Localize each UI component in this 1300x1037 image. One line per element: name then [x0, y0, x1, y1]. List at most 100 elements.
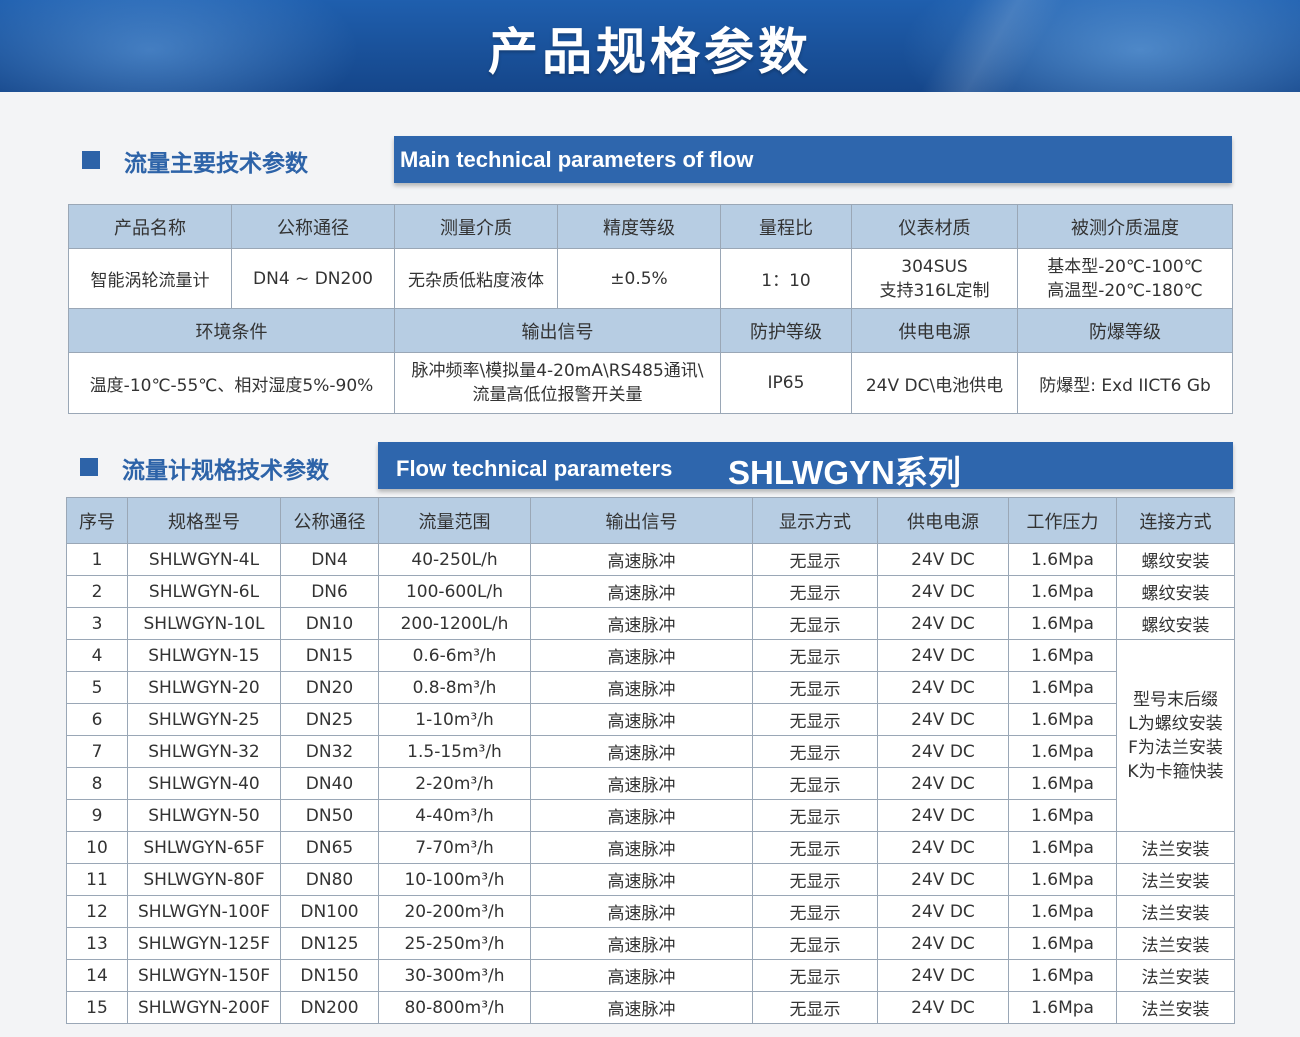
- output-signal-cell: 高速脉冲: [530, 959, 753, 992]
- header-cell: 序号: [66, 497, 128, 544]
- pressure-cell: 1.6Mpa: [1008, 991, 1117, 1024]
- power-cell: 24V DC\电池供电: [851, 352, 1018, 414]
- output-signal-cell: 高速脉冲: [530, 607, 753, 640]
- table-row: 1 SHLWGYN-4L DN4 40-250L/h 高速脉冲 无显示 24V DC 1.6M…: [66, 543, 1235, 576]
- diameter-cell: DN200: [280, 991, 379, 1024]
- output-signal-cell: 高速脉冲: [530, 799, 753, 832]
- diameter-cell: DN40: [280, 767, 379, 800]
- model-cell: SHLWGYN-65F: [127, 831, 281, 864]
- section2-en-title: Flow technical parameters: [396, 456, 673, 481]
- table-row: 12 SHLWGYN-100F DN100 20-200m³/h 高速脉冲 无显示 24V …: [66, 895, 1235, 928]
- environment-cell: 温度-10℃-55℃、相对湿度5%-90%: [68, 352, 395, 414]
- index-cell: 6: [66, 703, 128, 736]
- pressure-cell: 1.6Mpa: [1008, 863, 1117, 896]
- flow-range-cell: 40-250L/h: [378, 543, 531, 576]
- index-cell: 8: [66, 767, 128, 800]
- diameter-cell: DN4 ~ DN200: [231, 248, 395, 309]
- power-cell: 24V DC: [877, 735, 1009, 768]
- table-header-row: 环境条件 输出信号 防护等级 供电电源 防爆等级: [68, 308, 1233, 353]
- display-cell: 无显示: [752, 991, 878, 1024]
- temperature-line: 基本型-20℃-100℃: [1047, 256, 1203, 277]
- diameter-cell: DN50: [280, 799, 379, 832]
- output-signal-cell: 高速脉冲: [530, 767, 753, 800]
- header-cell: 环境条件: [68, 308, 395, 353]
- table-row: 6 SHLWGYN-25 DN25 1-10m³/h 高速脉冲 无显示 24V DC 1.6M…: [66, 703, 1235, 736]
- diameter-cell: DN80: [280, 863, 379, 896]
- square-bullet-icon: [80, 458, 98, 476]
- header-cell: 精度等级: [557, 204, 721, 249]
- header-cell: 产品名称: [68, 204, 232, 249]
- model-cell: SHLWGYN-6L: [127, 575, 281, 608]
- display-cell: 无显示: [752, 671, 878, 704]
- index-cell: 13: [66, 927, 128, 960]
- product-name-cell: 智能涡轮流量计: [68, 248, 232, 309]
- display-cell: 无显示: [752, 735, 878, 768]
- display-cell: 无显示: [752, 863, 878, 896]
- model-cell: SHLWGYN-25: [127, 703, 281, 736]
- index-cell: 10: [66, 831, 128, 864]
- table-row: 14 SHLWGYN-150F DN150 30-300m³/h 高速脉冲 无显示 24V …: [66, 959, 1235, 992]
- table-row: 2 SHLWGYN-6L DN6 100-600L/h 高速脉冲 无显示 24V DC 1.6…: [66, 575, 1235, 608]
- display-cell: 无显示: [752, 543, 878, 576]
- pressure-cell: 1.6Mpa: [1008, 959, 1117, 992]
- flow-range-cell: 20-200m³/h: [378, 895, 531, 928]
- table-row: 智能涡轮流量计 DN4 ~ DN200 无杂质低粘度液体 ±0.5% 1：10 …: [68, 248, 1233, 309]
- pressure-cell: 1.6Mpa: [1008, 703, 1117, 736]
- output-signal-cell: 高速脉冲: [530, 671, 753, 704]
- protection-cell: IP65: [720, 352, 852, 414]
- index-cell: 3: [66, 607, 128, 640]
- spec-table-body: 1 SHLWGYN-4L DN4 40-250L/h 高速脉冲 无显示 24V DC 1.6M…: [66, 543, 1235, 1024]
- diameter-cell: DN4: [280, 543, 379, 576]
- table-header-row: 序号 规格型号 公称通径 流量范围 输出信号 显示方式 供电电源 工作压力 连接…: [66, 497, 1235, 544]
- index-cell: 4: [66, 639, 128, 672]
- power-cell: 24V DC: [877, 639, 1009, 672]
- display-cell: 无显示: [752, 831, 878, 864]
- power-cell: 24V DC: [877, 831, 1009, 864]
- section1-cn-title: 流量主要技术参数: [124, 151, 308, 177]
- table-row: 13 SHLWGYN-125F DN125 25-250m³/h 高速脉冲 无显示 24V …: [66, 927, 1235, 960]
- header-cell: 公称通径: [280, 497, 379, 544]
- pressure-cell: 1.6Mpa: [1008, 639, 1117, 672]
- output-signal-cell: 高速脉冲: [530, 639, 753, 672]
- flow-range-cell: 80-800m³/h: [378, 991, 531, 1024]
- power-cell: 24V DC: [877, 671, 1009, 704]
- display-cell: 无显示: [752, 767, 878, 800]
- display-cell: 无显示: [752, 575, 878, 608]
- model-cell: SHLWGYN-50: [127, 799, 281, 832]
- diameter-cell: DN100: [280, 895, 379, 928]
- pressure-cell: 1.6Mpa: [1008, 799, 1117, 832]
- main-params-table: 产品名称 公称通径 测量介质 精度等级 量程比 仪表材质 被测介质温度 智能涡轮…: [68, 204, 1233, 414]
- connection-cell: 法兰安装: [1116, 831, 1235, 864]
- power-cell: 24V DC: [877, 959, 1009, 992]
- diameter-cell: DN65: [280, 831, 379, 864]
- output-signal-cell: 高速脉冲: [530, 735, 753, 768]
- model-cell: SHLWGYN-20: [127, 671, 281, 704]
- flow-range-cell: 200-1200L/h: [378, 607, 531, 640]
- flow-range-cell: 0.6-6m³/h: [378, 639, 531, 672]
- connection-note-line: L为螺纹安装: [1128, 713, 1223, 734]
- index-cell: 1: [66, 543, 128, 576]
- table-row: 11 SHLWGYN-80F DN80 10-100m³/h 高速脉冲 无显示 24V DC…: [66, 863, 1235, 896]
- display-cell: 无显示: [752, 895, 878, 928]
- index-cell: 11: [66, 863, 128, 896]
- power-cell: 24V DC: [877, 767, 1009, 800]
- connection-note-line: K为卡箍快装: [1127, 761, 1224, 782]
- header-cell: 防爆等级: [1017, 308, 1233, 353]
- flow-range-cell: 100-600L/h: [378, 575, 531, 608]
- output-signal-cell: 高速脉冲: [530, 831, 753, 864]
- flow-range-cell: 0.8-8m³/h: [378, 671, 531, 704]
- display-cell: 无显示: [752, 639, 878, 672]
- connection-cell: 法兰安装: [1116, 927, 1235, 960]
- header-cell: 显示方式: [752, 497, 878, 544]
- connection-cell: 螺纹安装: [1116, 543, 1235, 576]
- output-signal-cell: 脉冲频率\模拟量4-20mA\RS485通讯\ 流量高低位报警开关量: [394, 352, 721, 414]
- power-cell: 24V DC: [877, 703, 1009, 736]
- connection-cell: 螺纹安装: [1116, 575, 1235, 608]
- header-cell: 供电电源: [877, 497, 1009, 544]
- connection-note-line: 型号末后缀: [1133, 689, 1218, 710]
- flow-range-cell: 1.5-15m³/h: [378, 735, 531, 768]
- table-row: 7 SHLWGYN-32 DN32 1.5-15m³/h 高速脉冲 无显示 24V DC 1.…: [66, 735, 1235, 768]
- header-cell: 仪表材质: [851, 204, 1018, 249]
- output-signal-cell: 高速脉冲: [530, 703, 753, 736]
- connection-cell: 螺纹安装: [1116, 607, 1235, 640]
